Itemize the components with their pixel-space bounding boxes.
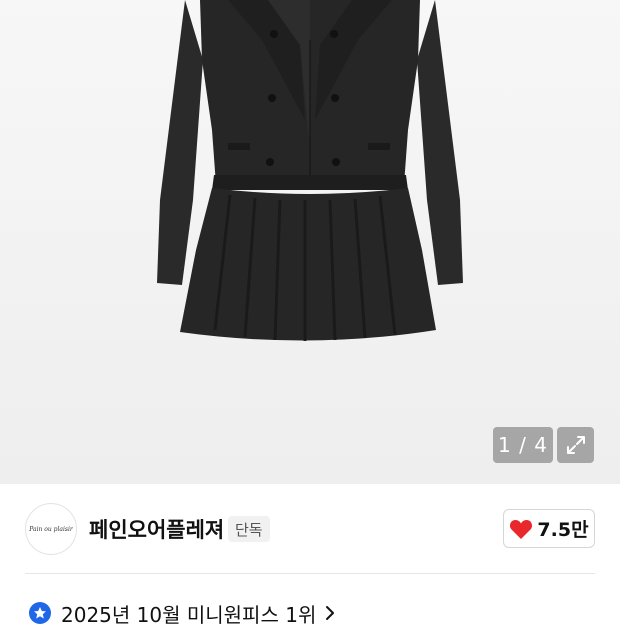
brand-name[interactable]: 페인오어플레져 [89,514,224,544]
divider [25,573,595,574]
like-button[interactable]: 7.5만 [503,509,595,548]
exclusive-badge: 단독 [228,516,270,542]
expand-button[interactable] [557,427,594,463]
brand-row: Pain ou plaisir 페인오어플레져 단독 7.5만 [0,484,620,574]
brand-logo-text: Pain ou plaisir [29,525,73,533]
chevron-right-icon [326,606,335,620]
product-image[interactable] [0,0,620,484]
star-badge-icon [29,602,51,624]
ranking-text: 2025년 10월 미니원피스 1위 [61,602,317,627]
brand-logo[interactable]: Pain ou plaisir [25,503,77,555]
heart-icon [510,519,533,539]
expand-icon [566,436,585,454]
ranking-link[interactable]: 2025년 10월 미니원피스 1위 [25,598,336,628]
product-image-gallery[interactable]: 1 / 4 [0,0,620,484]
like-count: 7.5만 [537,519,589,541]
image-pager: 1 / 4 [493,427,553,463]
